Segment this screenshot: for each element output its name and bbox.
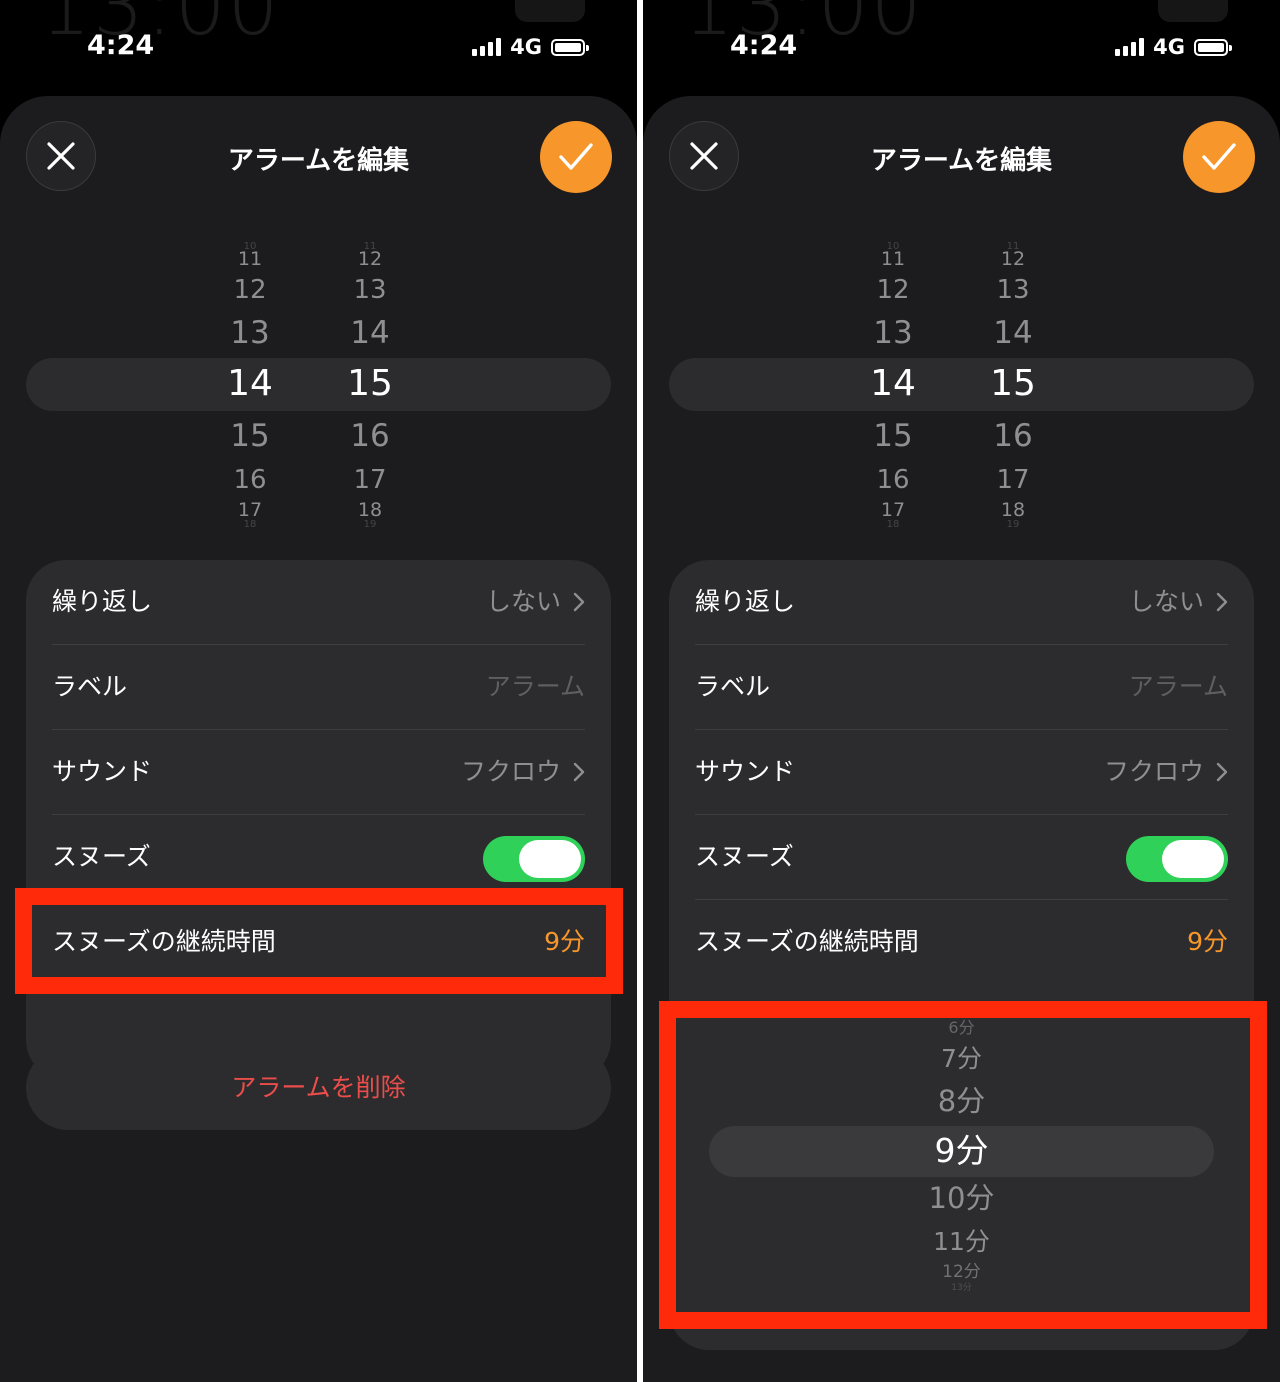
snooze-duration-label: スヌーズの継続時間 <box>695 927 919 956</box>
cellular-signal-icon <box>1115 38 1145 56</box>
minute-option[interactable]: 13 <box>325 277 415 303</box>
hour-option[interactable]: 11 <box>205 250 295 269</box>
hour-option[interactable]: 17 <box>848 501 938 520</box>
snooze-label: スヌーズ <box>52 842 151 871</box>
status-bar-indicators: 4G <box>1115 35 1232 59</box>
battery-icon <box>551 38 589 56</box>
minute-option[interactable]: 12 <box>325 250 415 269</box>
network-type: 4G <box>510 35 542 59</box>
highlight-box-snooze-duration <box>15 888 623 994</box>
chevron-right-icon <box>1216 762 1228 782</box>
sound-row[interactable]: サウンド フクロウ <box>52 730 585 815</box>
status-bar-time: 4:24 <box>87 30 155 61</box>
save-button[interactable] <box>1183 121 1255 193</box>
hour-option[interactable]: 13 <box>205 318 295 349</box>
hour-option[interactable]: 16 <box>205 467 295 493</box>
label-label: ラベル <box>695 672 771 701</box>
repeat-label: 繰り返し <box>52 587 153 616</box>
sound-label: サウンド <box>52 757 153 786</box>
label-row[interactable]: ラベル アラーム <box>52 645 585 730</box>
snooze-toggle[interactable] <box>483 836 585 882</box>
delete-alarm-button[interactable]: アラームを削除 <box>26 1046 611 1130</box>
sound-label: サウンド <box>695 757 796 786</box>
hour-option-selected[interactable]: 14 <box>848 366 938 402</box>
hour-option-selected[interactable]: 14 <box>205 366 295 402</box>
cellular-signal-icon <box>472 38 502 56</box>
chevron-right-icon <box>1216 592 1228 612</box>
snooze-toggle[interactable] <box>1126 836 1228 882</box>
background-button <box>515 0 585 22</box>
checkmark-icon <box>1202 143 1236 170</box>
chevron-right-icon <box>573 762 585 782</box>
background-clock: 13:00 <box>683 0 924 53</box>
alarm-settings-group: 繰り返し しない ラベル アラーム サウンド フクロウ スヌーズ スヌーズの継続… <box>26 560 611 1080</box>
highlight-box-duration-wheel <box>659 1001 1267 1329</box>
minute-option[interactable]: 17 <box>968 467 1058 493</box>
chevron-right-icon <box>573 592 585 612</box>
minute-option[interactable]: 18 <box>968 501 1058 520</box>
minute-option[interactable]: 19 <box>325 520 415 530</box>
sound-value: フクロウ <box>460 757 561 786</box>
sound-value: フクロウ <box>1103 757 1204 786</box>
repeat-value: しない <box>485 587 561 616</box>
save-button[interactable] <box>540 121 612 193</box>
battery-icon <box>1194 38 1232 56</box>
background-button <box>1158 0 1228 22</box>
minute-option[interactable]: 14 <box>968 318 1058 349</box>
label-row[interactable]: ラベル アラーム <box>695 645 1228 730</box>
minute-option[interactable]: 16 <box>325 421 415 452</box>
hour-option[interactable]: 11 <box>848 250 938 269</box>
minute-option[interactable]: 17 <box>325 467 415 493</box>
minute-option[interactable]: 14 <box>325 318 415 349</box>
hour-option[interactable]: 12 <box>205 277 295 303</box>
snooze-duration-row[interactable]: スヌーズの継続時間 9分 <box>695 900 1228 984</box>
label-label: ラベル <box>52 672 128 701</box>
snooze-duration-value: 9分 <box>1187 927 1228 956</box>
hour-option[interactable]: 16 <box>848 467 938 493</box>
hour-option[interactable]: 18 <box>848 520 938 530</box>
label-input-placeholder[interactable]: アラーム <box>486 645 585 729</box>
minute-option-selected[interactable]: 15 <box>968 366 1058 402</box>
repeat-label: 繰り返し <box>695 587 796 616</box>
hour-option[interactable]: 13 <box>848 318 938 349</box>
hour-option[interactable]: 18 <box>205 520 295 530</box>
snooze-row: スヌーズ <box>695 815 1228 900</box>
minute-option[interactable]: 12 <box>968 250 1058 269</box>
status-bar-time: 4:24 <box>730 30 798 61</box>
time-picker-selection-band <box>26 358 611 411</box>
sound-row[interactable]: サウンド フクロウ <box>695 730 1228 815</box>
phone-screen-left: 13:00 4:24 4G アラームを編集 10 11 12 13 14 15 … <box>0 0 637 1382</box>
hour-option[interactable]: 15 <box>205 421 295 452</box>
repeat-row[interactable]: 繰り返し しない <box>695 560 1228 645</box>
minute-option[interactable]: 13 <box>968 277 1058 303</box>
snooze-label: スヌーズ <box>695 842 794 871</box>
hour-option[interactable]: 12 <box>848 277 938 303</box>
minute-option-selected[interactable]: 15 <box>325 366 415 402</box>
minute-option[interactable]: 16 <box>968 421 1058 452</box>
network-type: 4G <box>1153 35 1185 59</box>
repeat-value: しない <box>1128 587 1204 616</box>
edit-alarm-sheet: アラームを編集 10 11 12 13 14 15 16 17 18 11 12… <box>0 96 637 1382</box>
background-clock: 13:00 <box>40 0 281 53</box>
label-input-placeholder[interactable]: アラーム <box>1129 645 1228 729</box>
checkmark-icon <box>559 143 593 170</box>
status-bar-indicators: 4G <box>472 35 589 59</box>
phone-screen-right: 13:00 4:24 4G アラームを編集 10 11 12 13 14 15 … <box>643 0 1280 1382</box>
time-picker-selection-band <box>669 358 1254 411</box>
minute-option[interactable]: 19 <box>968 520 1058 530</box>
hour-option[interactable]: 17 <box>205 501 295 520</box>
repeat-row[interactable]: 繰り返し しない <box>52 560 585 645</box>
hour-option[interactable]: 15 <box>848 421 938 452</box>
minute-option[interactable]: 18 <box>325 501 415 520</box>
